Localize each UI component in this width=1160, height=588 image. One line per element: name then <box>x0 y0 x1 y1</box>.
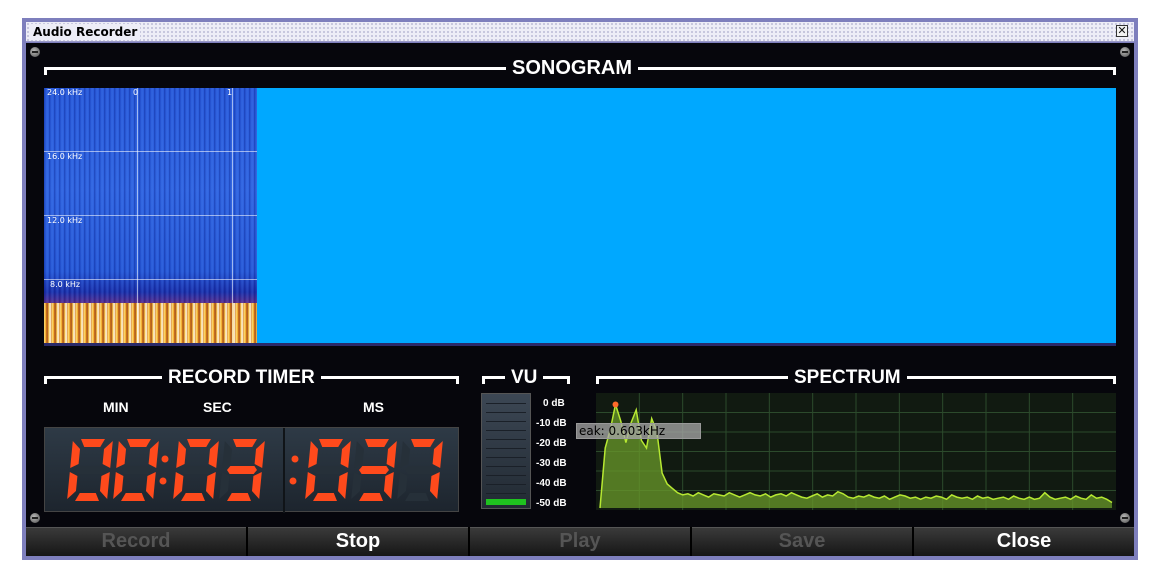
timer-title: RECORD TIMER <box>162 367 321 389</box>
window-close-icon[interactable]: ✕ <box>1116 25 1128 37</box>
vu-level <box>486 499 526 505</box>
title-bar[interactable]: Audio Recorder ✕ <box>26 22 1134 42</box>
screw-icon <box>30 47 40 57</box>
peak-tooltip: eak: 0.603kHz <box>576 423 701 439</box>
screw-icon <box>30 513 40 523</box>
freq-label: 8.0 kHz <box>50 280 81 289</box>
audio-recorder-window: Audio Recorder ✕ SONOGRAM 24.0 kHz 16.0 … <box>22 18 1138 560</box>
vu-db-label: -50 dB <box>536 498 567 509</box>
timer-min-label: MIN <box>103 399 129 415</box>
window-title: Audio Recorder <box>30 24 141 40</box>
vu-db-label: -20 dB <box>536 438 567 449</box>
close-button[interactable]: Close <box>914 527 1134 556</box>
freq-label: 16.0 kHz <box>47 152 83 161</box>
time-tick: 1 <box>227 88 233 97</box>
freq-label: 24.0 kHz <box>47 88 83 97</box>
button-bar: Record Stop Play Save Close <box>26 527 1134 556</box>
vu-db-label: 0 dB <box>543 398 565 409</box>
vu-db-label: -40 dB <box>536 478 567 489</box>
save-button[interactable]: Save <box>692 527 912 556</box>
recorder-panel: SONOGRAM 24.0 kHz 16.0 kHz 12.0 kHz 8.0 … <box>26 43 1134 527</box>
spectrum-title: SPECTRUM <box>788 367 907 389</box>
screw-icon <box>1120 47 1130 57</box>
sonogram-title: SONOGRAM <box>506 57 638 80</box>
timer-sec-label: SEC <box>203 399 232 415</box>
spectrum-plot <box>596 393 1116 510</box>
vu-db-label: -10 dB <box>536 418 567 429</box>
freq-label: 12.0 kHz <box>47 216 83 225</box>
spectrum-view <box>596 393 1116 510</box>
timer-ms-label: MS <box>363 399 384 415</box>
timer-display <box>44 427 459 513</box>
vu-db-label: -30 dB <box>536 458 567 469</box>
vu-title: VU <box>505 367 544 389</box>
sonogram-image: 24.0 kHz 16.0 kHz 12.0 kHz 8.0 kHz 0 1 <box>44 88 257 343</box>
vu-meter <box>481 393 531 509</box>
peak-marker <box>612 401 619 408</box>
play-button[interactable]: Play <box>470 527 690 556</box>
timer-digits <box>67 439 443 501</box>
time-tick: 0 <box>133 88 139 97</box>
record-button[interactable]: Record <box>26 527 246 556</box>
sonogram-view: 24.0 kHz 16.0 kHz 12.0 kHz 8.0 kHz 0 1 <box>44 88 1116 346</box>
stop-button[interactable]: Stop <box>248 527 468 556</box>
screw-icon <box>1120 513 1130 523</box>
